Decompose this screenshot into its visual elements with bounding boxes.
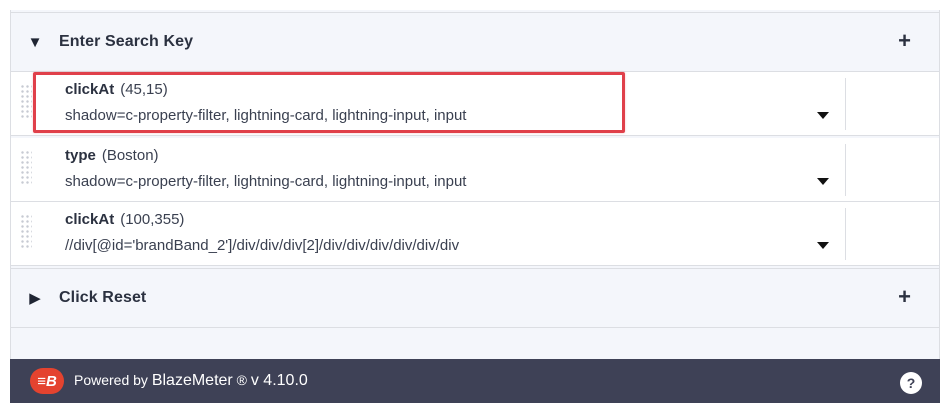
row-divider bbox=[845, 78, 846, 130]
test-steps-panel: ▼ Enter Search Key + clickAt (45,15) shad… bbox=[10, 10, 940, 359]
footer-bar: ≡B Powered by BlazeMeter ® v 4.10.0 ? bbox=[10, 359, 940, 403]
group-title: Enter Search Key bbox=[59, 33, 194, 50]
step-target: //div[@id='brandBand_2']/div/div/div[2]/… bbox=[65, 237, 460, 254]
drag-handle-icon[interactable] bbox=[20, 214, 32, 248]
brand-name: BlazeMeter bbox=[151, 372, 233, 389]
help-icon[interactable]: ? bbox=[900, 372, 922, 394]
step-row[interactable]: clickAt (100,355) //div[@id='brandBand_2'… bbox=[11, 202, 939, 266]
step-command: clickAt bbox=[65, 211, 115, 228]
step-target: shadow=c-property-filter, lightning-card… bbox=[65, 173, 467, 190]
row-divider bbox=[845, 208, 846, 260]
chevron-down-icon[interactable] bbox=[817, 112, 829, 119]
add-step-button[interactable]: + bbox=[898, 285, 911, 309]
step-value: (100,355) bbox=[120, 211, 185, 228]
highlight-box bbox=[33, 72, 625, 133]
blazemeter-logo-icon: ≡B bbox=[30, 368, 64, 394]
step-command: type bbox=[65, 147, 96, 164]
drag-handle-icon[interactable] bbox=[20, 84, 32, 118]
add-step-button[interactable]: + bbox=[898, 29, 911, 53]
drag-handle-icon[interactable] bbox=[20, 150, 32, 184]
row-divider bbox=[845, 144, 846, 196]
caret-right-icon[interactable]: ▶ bbox=[11, 289, 59, 307]
group-header-enter-search-key[interactable]: ▼ Enter Search Key + bbox=[11, 12, 939, 72]
powered-by-text: Powered by BlazeMeter ® v 4.10.0 bbox=[74, 372, 308, 389]
group-title: Click Reset bbox=[59, 289, 147, 306]
step-row[interactable]: type (Boston) shadow=c-property-filter, l… bbox=[11, 138, 939, 202]
version-text: v 4.10.0 bbox=[250, 372, 308, 389]
group-header-click-reset[interactable]: ▶ Click Reset + bbox=[11, 268, 939, 328]
step-value: (Boston) bbox=[101, 147, 159, 164]
chevron-down-icon[interactable] bbox=[817, 178, 829, 185]
chevron-down-icon[interactable] bbox=[817, 242, 829, 249]
registered-mark: ® bbox=[236, 372, 247, 388]
caret-down-icon[interactable]: ▼ bbox=[11, 34, 59, 51]
